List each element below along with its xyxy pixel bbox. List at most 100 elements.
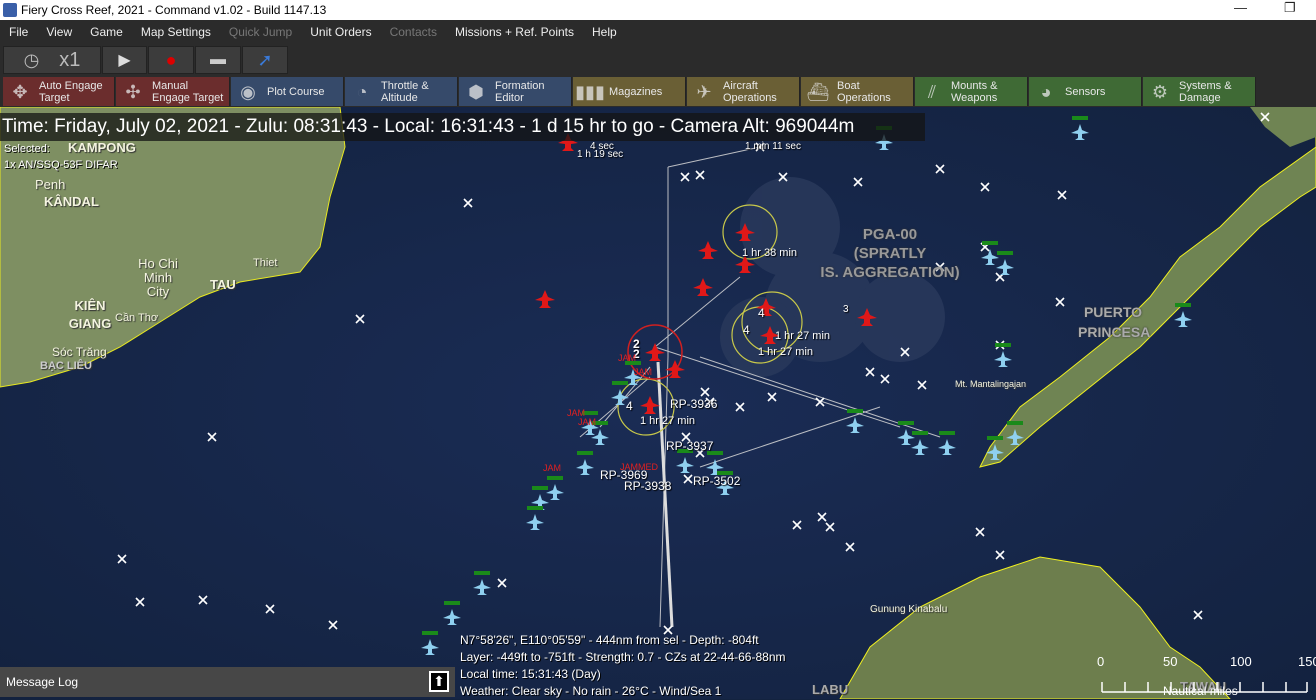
time-compression-button[interactable]: ◷ x1 [3,46,101,74]
window-title: Fiery Cross Reef, 2021 - Command v1.02 -… [21,3,327,17]
command-auto-engage-target[interactable]: ✥ Auto Engage Target [3,77,115,106]
menu-help[interactable]: Help [583,25,626,39]
map-label-hcmc: Ho Chi Minh City [138,256,178,299]
map-label-labu: LABU [812,682,849,697]
map-label-soc-trang: Sóc Trăng [52,345,107,359]
status-bar [527,506,543,510]
record-button[interactable]: ● [148,46,194,74]
label-line2: Altitude [381,91,418,104]
menu-contacts[interactable]: Contacts [381,25,446,39]
sonar-layer: Layer: -449ft to -751ft - Strength: 0.7 … [460,650,786,664]
map-label-can-tho: Cần Thơ [115,312,159,324]
status-bar [898,421,914,425]
time-status-bar: Time: Friday, July 02, 2021 - Zulu: 08:3… [0,113,925,141]
eta-label: 1 hr 27 min [758,346,814,358]
jam-label: JAM [618,353,636,363]
jam-label: JAM [578,417,596,427]
speed-label: x1 [59,48,81,71]
command-plot-course[interactable]: ◉ Plot Course [231,77,344,106]
status-bar [474,571,490,575]
map-label-kampong: KAMPONG [68,140,136,155]
map-label-gunung-kinabalu: Gunung Kinabalu [870,604,948,615]
command-manual-engage-target[interactable]: ✣ Manual Engage Target [116,77,230,106]
command-label: Manual Engage Target [152,80,223,104]
restore-button[interactable]: ❐ [1284,0,1296,16]
label-line2: Damage [1179,91,1221,104]
command-label: Magazines [609,86,662,98]
command-magazines[interactable]: ▮▮▮ Magazines [573,77,686,106]
group-count: 4 [743,323,750,337]
play-button[interactable]: ▶ [102,46,147,74]
status-bar [547,476,563,480]
command-throttle-altitude[interactable]: ◔ Throttle & Altitude [345,77,458,106]
command-icon: ✈ [696,81,712,102]
arrow-up-icon[interactable]: ⬆ [429,671,449,692]
time-toolbar: ◷ x1 ▶ ● ▬ ➚ [0,44,1316,76]
scale-tick: 100 [1230,654,1252,669]
menu-quick-jump[interactable]: Quick Jump [220,25,301,39]
unit-label[interactable]: RP-3937 [666,439,713,453]
command-icon: ◕ [1040,81,1052,102]
scale-bar: 0 50 100 150 Nautical miles [1095,652,1316,699]
label-line1: Systems & [1179,79,1232,92]
unit-label[interactable]: RP-3936 [670,397,717,411]
puerto-princesa-label: PUERTO PRINCESA [1078,304,1151,340]
reference-area-label: PGA-00 (SPRATLY IS. AGGREGATION) [800,225,980,282]
cursor-info: N7°58'26", E110°05'59" - 444nm from sel … [460,632,786,700]
status-bar [1007,421,1023,425]
command-icon: ◉ [240,81,256,102]
ref-area-line1: PGA-00 [862,226,918,243]
label-line1: Aircraft [723,79,758,92]
status-bar [1072,116,1088,120]
menu-missions-ref-points[interactable]: Missions + Ref. Points [446,25,583,39]
label-line1: Mounts & [951,79,998,92]
menu-view[interactable]: View [37,25,81,39]
ref-area-line2: (SPRATLY [853,245,927,262]
ref-area-line3: IS. AGGREGATION) [820,264,960,281]
command-label: Auto Engage Target [39,80,103,104]
play-icon: ▶ [118,52,131,69]
label-line1: Throttle & [381,79,429,92]
clock-icon: ◷ [23,49,40,70]
status-bar [912,431,928,435]
command-icon: ⫽ [927,81,937,102]
command-mounts-weapons[interactable]: ⫽ Mounts & Weapons [915,77,1028,106]
eta-label: 1 hr 27 min [640,415,696,427]
label-line2: Engage Target [152,91,224,104]
command-boat-operations[interactable]: ⛴ Boat Operations [801,77,914,106]
command-label: Plot Course [267,86,324,98]
app-icon [3,3,17,17]
layers-button[interactable]: ▬ [195,46,241,74]
command-icon: ⚙ [1151,81,1169,102]
menu-game[interactable]: Game [81,25,132,39]
command-formation-editor[interactable]: ⬢ Formation Editor [459,77,572,106]
menu-map-settings[interactable]: Map Settings [132,25,220,39]
command-aircraft-operations[interactable]: ✈ Aircraft Operations [687,77,800,106]
command-systems-damage[interactable]: ⚙ Systems & Damage [1143,77,1256,106]
label-line1: Sensors [1065,85,1106,98]
status-bar [532,486,548,490]
command-sensors[interactable]: ◕ Sensors [1029,77,1142,106]
scale-tick: 150 [1298,654,1316,669]
jump-button[interactable]: ➚ [242,46,288,74]
status-bar [939,431,955,435]
menu-bar: File View Game Map Settings Quick Jump Unit O… [0,20,1316,44]
menu-file[interactable]: File [0,25,37,39]
label-line1: Auto Engage [39,79,103,92]
map-graphics [0,107,1316,699]
status-bar [995,343,1011,347]
status-bar [422,631,438,635]
minimize-button[interactable]: — [1234,0,1247,15]
menu-unit-orders[interactable]: Unit Orders [301,25,380,39]
unit-label[interactable]: RP-3502 [693,474,740,488]
command-icon: ◔ [356,81,368,102]
scale-unit: Nautical miles [1163,684,1238,698]
status-bar [982,241,998,245]
command-icon: ⬢ [468,81,484,102]
local-time: Local time: 15:31:43 (Day) [460,667,601,681]
message-log-bar[interactable]: Message Log ⬆ [0,667,455,697]
jam-label: JAM [543,463,561,473]
map-label-kien-giang: KIÊN GIANG [68,298,112,331]
map-view[interactable]: KAMPONG KÂNDAL Penh Ho Chi Minh City Thi… [0,107,1316,699]
weather: Weather: Clear sky - No rain - 26°C - Wi… [460,684,722,698]
